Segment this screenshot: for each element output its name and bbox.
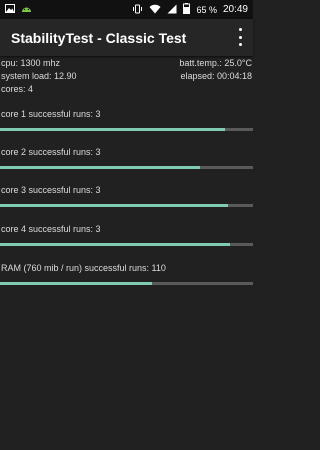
signal-icon [167,4,177,16]
core-2-progress [0,166,253,169]
cpu-frequency: cpu: 1300 mhz [1,58,61,68]
battery-percent: 65 % [196,4,217,15]
core-count: cores: 4 [1,84,34,94]
core-3-label: core 3 successful runs: 3 [1,185,101,195]
picture-icon [5,4,15,15]
app-bar: StabilityTest - Classic Test [0,19,253,56]
core-4-progress [0,243,253,246]
core-1-progress [0,128,253,131]
info-row-3: cores: 4 [0,84,253,95]
core-2-label: core 2 successful runs: 3 [1,147,101,157]
clock: 20:49 [222,4,248,15]
info-row-2: system load: 12.90 elapsed: 00:04:18 [0,71,253,82]
ram-label: RAM (760 mib / run) successful runs: 110 [1,263,166,273]
core-3-progress [0,204,253,207]
elapsed-time: elapsed: 00:04:18 [180,71,252,81]
vibrate-icon [132,4,143,16]
wifi-icon [149,4,161,16]
page-title: StabilityTest - Classic Test [11,30,187,46]
system-load: system load: 12.90 [1,71,77,81]
battery-icon [183,3,191,16]
core-1-label: core 1 successful runs: 3 [1,109,101,119]
status-bar: 65 % 20:49 [0,0,253,19]
android-icon [21,4,32,15]
info-row-1: cpu: 1300 mhz batt.temp.: 25.0°C [0,58,253,69]
ram-progress [0,282,253,285]
core-4-label: core 4 successful runs: 3 [1,224,101,234]
battery-temperature: batt.temp.: 25.0°C [179,58,252,68]
overflow-menu-icon[interactable] [236,28,244,46]
